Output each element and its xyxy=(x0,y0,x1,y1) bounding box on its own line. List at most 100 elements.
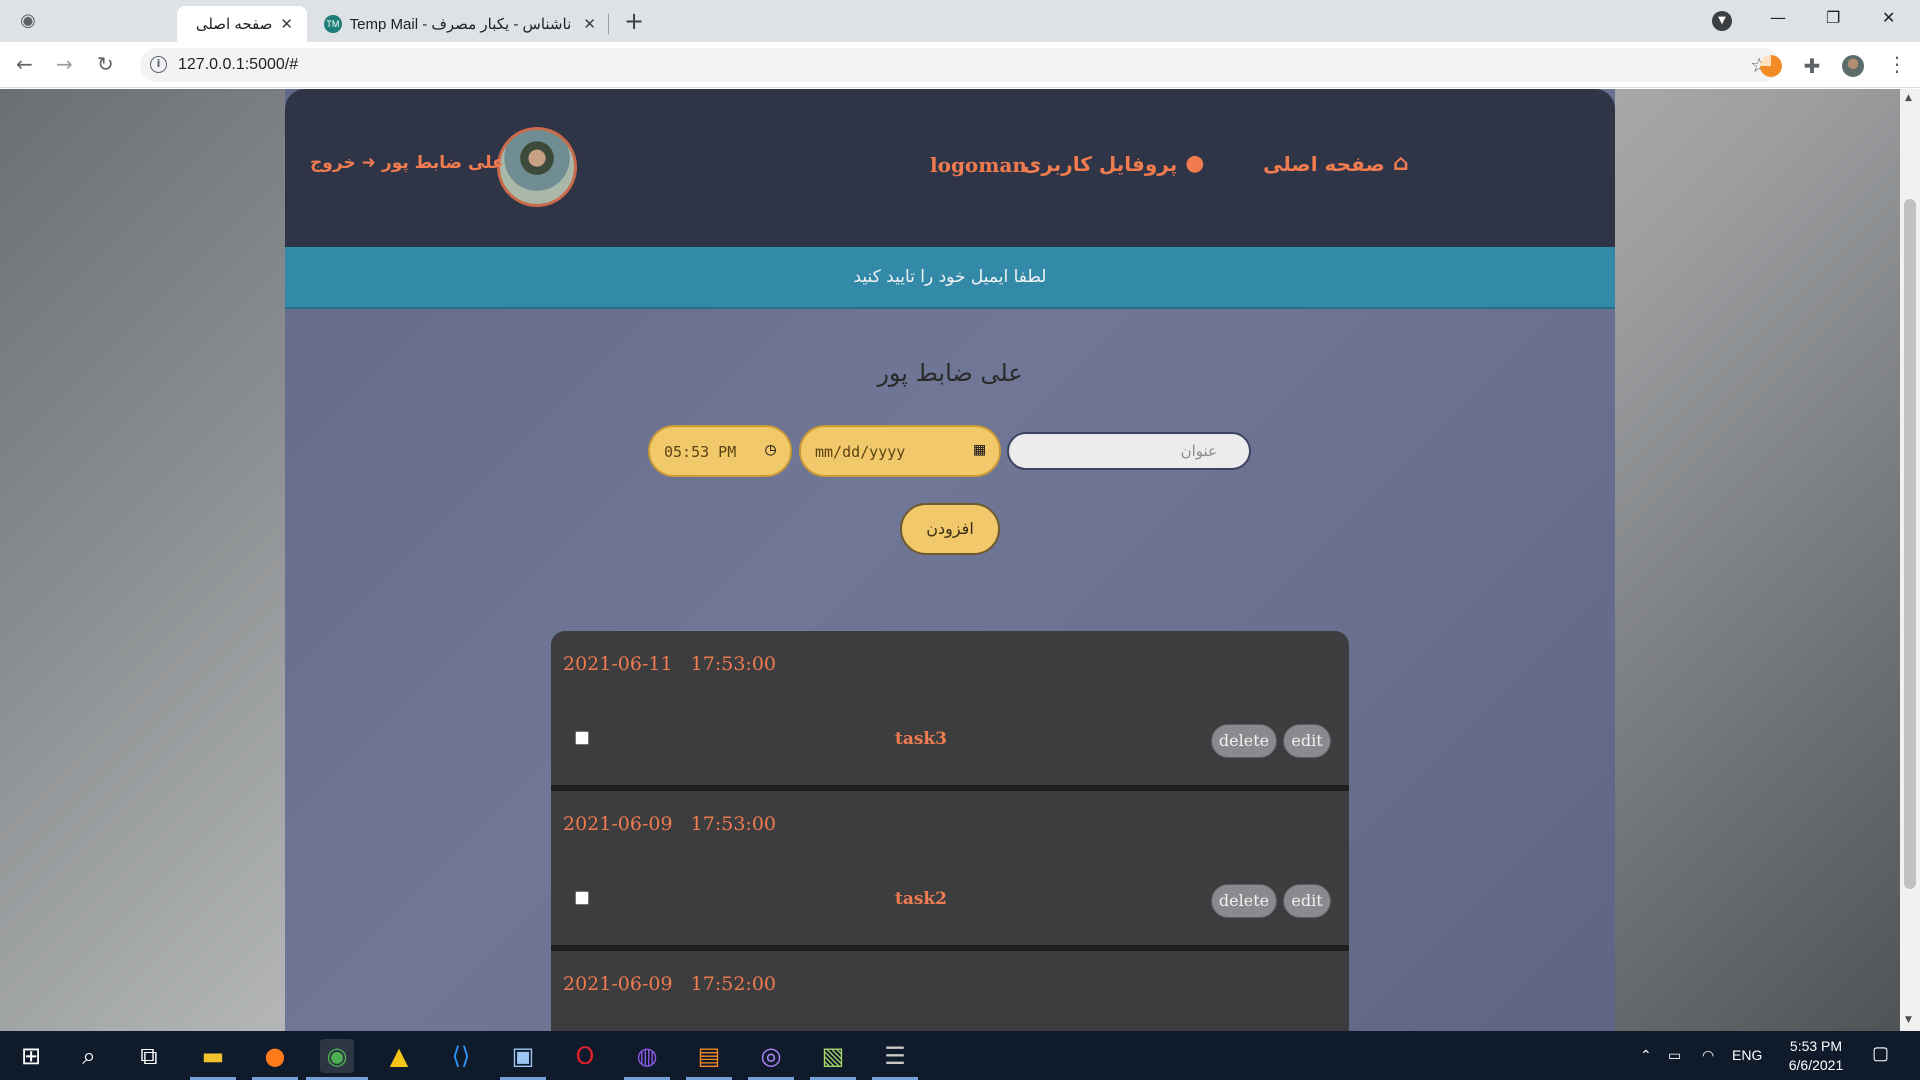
pdf-tool-icon[interactable]: ▤ xyxy=(692,1039,726,1073)
delete-button[interactable]: delete xyxy=(1211,724,1277,758)
tempmail-favicon-icon: TM xyxy=(324,15,342,33)
file-explorer-icon[interactable]: ▬ xyxy=(196,1039,230,1073)
tab-title: صفحه اصلی xyxy=(195,16,273,33)
language-indicator[interactable]: ENG xyxy=(1732,1047,1762,1063)
brand-logo-text[interactable]: logoman xyxy=(930,153,1027,177)
date-input[interactable]: mm/dd/yyyy ▦ xyxy=(799,425,1001,477)
task-name: task2 xyxy=(894,889,948,909)
edit-button[interactable]: edit xyxy=(1283,724,1331,758)
search-icon[interactable]: ⌕ xyxy=(72,1039,106,1073)
app-triangle-icon[interactable]: ▲ xyxy=(382,1039,416,1073)
notifications-icon[interactable]: ▢ xyxy=(1872,1043,1889,1064)
chrome-icon[interactable]: ◉ xyxy=(320,1039,354,1073)
system-clock[interactable]: 5:53 PM 6/6/2021 xyxy=(1780,1037,1852,1075)
task-item: 2021-06-11 17:53:00 task3 delete edit xyxy=(551,631,1349,791)
user-logout-link[interactable]: خروج ➜ علی ضابط پور xyxy=(310,153,504,173)
image-viewer-icon[interactable]: ▧ xyxy=(816,1039,850,1073)
task-datetime: 2021-06-09 17:53:00 xyxy=(563,813,776,835)
extension-orange-icon[interactable] xyxy=(1760,55,1782,77)
close-icon[interactable]: ✕ xyxy=(583,15,596,33)
user-avatar xyxy=(497,127,577,207)
tab-home[interactable]: صفحه اصلی ✕ xyxy=(177,6,307,42)
edit-button[interactable]: edit xyxy=(1283,884,1331,918)
page-title: علی ضابط پور xyxy=(877,359,1023,387)
task-view-icon[interactable]: ⧉ xyxy=(132,1039,166,1073)
url-text[interactable]: 127.0.0.1:5000/# xyxy=(178,56,298,74)
task-time: 17:53:00 xyxy=(690,653,777,675)
tab-divider xyxy=(608,14,609,34)
nav-home-link[interactable]: صفحه اصلی ⌂ xyxy=(1263,151,1409,176)
logout-label: خروج xyxy=(310,153,356,173)
profile-label: پروفایل کاربری xyxy=(1023,151,1178,176)
scrollbar-thumb[interactable] xyxy=(1904,199,1916,889)
username-label: علی ضابط پور xyxy=(381,153,504,173)
page-viewport: صفحه اصلی ⌂ پروفایل کاربری ● logoman خرو… xyxy=(0,89,1900,1031)
tor-browser-icon[interactable]: ◍ xyxy=(630,1039,664,1073)
vscode-icon[interactable]: ⟨⟩ xyxy=(444,1039,478,1073)
email-verification-alert: لطفا ایمیل خود را تایید کنید xyxy=(285,247,1615,309)
task-done-checkbox[interactable] xyxy=(575,731,589,745)
site-info-icon[interactable]: i xyxy=(150,56,167,73)
nav-profile-link[interactable]: پروفایل کاربری ● xyxy=(1023,151,1204,176)
browser-tab-bar: ◉ صفحه اصلی ✕ TM Temp Mail - ایمیل ناشنا… xyxy=(0,0,1920,42)
task-datetime: 2021-06-09 17:52:00 xyxy=(563,973,776,995)
new-tab-icon[interactable]: + xyxy=(624,8,644,34)
reload-icon[interactable]: ↻ xyxy=(97,53,114,75)
app-container: صفحه اصلی ⌂ پروفایل کاربری ● logoman خرو… xyxy=(285,89,1615,1031)
restore-icon[interactable]: ❐ xyxy=(1826,8,1840,27)
forward-icon[interactable]: → xyxy=(56,53,73,75)
task-name: task3 xyxy=(894,729,948,749)
battery-icon[interactable]: ▭ xyxy=(1668,1047,1681,1064)
time-value: 05:53 PM xyxy=(664,443,737,461)
scroll-down-icon[interactable]: ▼ xyxy=(1905,1015,1912,1025)
window-close-icon[interactable]: ✕ xyxy=(1882,8,1895,27)
tab-temp-mail[interactable]: TM Temp Mail - ایمیل ناشناس - یکبار مصرف… xyxy=(310,6,610,42)
time-input[interactable]: 05:53 PM ◷ xyxy=(648,425,792,477)
task-item: 2021-06-09 17:53:00 task2 delete edit xyxy=(551,791,1349,951)
user-icon: ● xyxy=(1185,151,1205,176)
page-scrollbar[interactable]: ▲ ▼ xyxy=(1900,89,1920,1031)
task-time: 17:52:00 xyxy=(690,973,777,995)
task-datetime: 2021-06-11 17:53:00 xyxy=(563,653,776,675)
windows-start-icon[interactable]: ⊞ xyxy=(14,1039,48,1073)
browser-toolbar: ← → ↻ i 127.0.0.1:5000/# ☆ xyxy=(0,42,1920,88)
task-item: 2021-06-09 17:52:00 xyxy=(551,951,1349,1031)
opera-icon[interactable]: O xyxy=(568,1039,602,1073)
database-icon[interactable]: ☰ xyxy=(878,1039,912,1073)
app-header: صفحه اصلی ⌂ پروفایل کاربری ● logoman خرو… xyxy=(285,89,1615,247)
wifi-icon[interactable]: ◠ xyxy=(1702,1047,1714,1064)
title-placeholder: عنوان xyxy=(1180,442,1217,460)
tray-chevron-icon[interactable]: ⌃ xyxy=(1640,1047,1652,1064)
date-placeholder: mm/dd/yyyy xyxy=(815,443,906,461)
minimize-icon[interactable]: — xyxy=(1770,8,1786,27)
tab-title: Temp Mail - ایمیل ناشناس - یکبار مصرف xyxy=(349,16,576,33)
back-icon[interactable]: ← xyxy=(16,53,33,75)
scroll-up-icon[interactable]: ▲ xyxy=(1905,93,1912,103)
windows-taskbar: ⊞ ⌕ ⧉ ▬ ● ◉ ▲ ⟨⟩ ▣ O ◍ ▤ ◎ ▧ ☰ ⌃ ▭ ◠ ENG… xyxy=(0,1031,1920,1080)
profile-avatar-icon[interactable] xyxy=(1842,55,1864,77)
clock-date: 6/6/2021 xyxy=(1788,1057,1844,1073)
tab-search-icon[interactable]: ◉ xyxy=(16,9,40,33)
title-input[interactable]: عنوان xyxy=(1007,432,1251,470)
clock-icon[interactable]: ◷ xyxy=(765,439,776,460)
close-icon[interactable]: ✕ xyxy=(280,15,293,33)
tab-list-dropdown-icon[interactable]: ▼ xyxy=(1712,11,1732,31)
delete-button[interactable]: delete xyxy=(1211,884,1277,918)
firefox-icon[interactable]: ● xyxy=(258,1039,292,1073)
task-date: 2021-06-09 xyxy=(563,813,673,835)
task-done-checkbox[interactable] xyxy=(575,891,589,905)
add-task-button[interactable]: افزودن xyxy=(900,503,1000,555)
task-list: 2021-06-11 17:53:00 task3 delete edit 20… xyxy=(551,631,1349,1031)
clock-time: 5:53 PM xyxy=(1789,1038,1843,1054)
home-label: صفحه اصلی xyxy=(1263,151,1385,176)
github-icon[interactable]: ◎ xyxy=(754,1039,788,1073)
calendar-icon[interactable]: ▦ xyxy=(974,439,985,460)
home-icon: ⌂ xyxy=(1392,151,1409,176)
sign-out-icon: ➜ xyxy=(361,153,376,173)
extensions-puzzle-icon[interactable]: ✚ xyxy=(1801,55,1823,77)
task-date: 2021-06-11 xyxy=(563,653,673,675)
browser-menu-icon[interactable]: ⋮ xyxy=(1887,53,1907,75)
address-bar[interactable]: i 127.0.0.1:5000/# ☆ xyxy=(140,48,1780,82)
remote-desktop-icon[interactable]: ▣ xyxy=(506,1039,540,1073)
task-date: 2021-06-09 xyxy=(563,973,673,995)
